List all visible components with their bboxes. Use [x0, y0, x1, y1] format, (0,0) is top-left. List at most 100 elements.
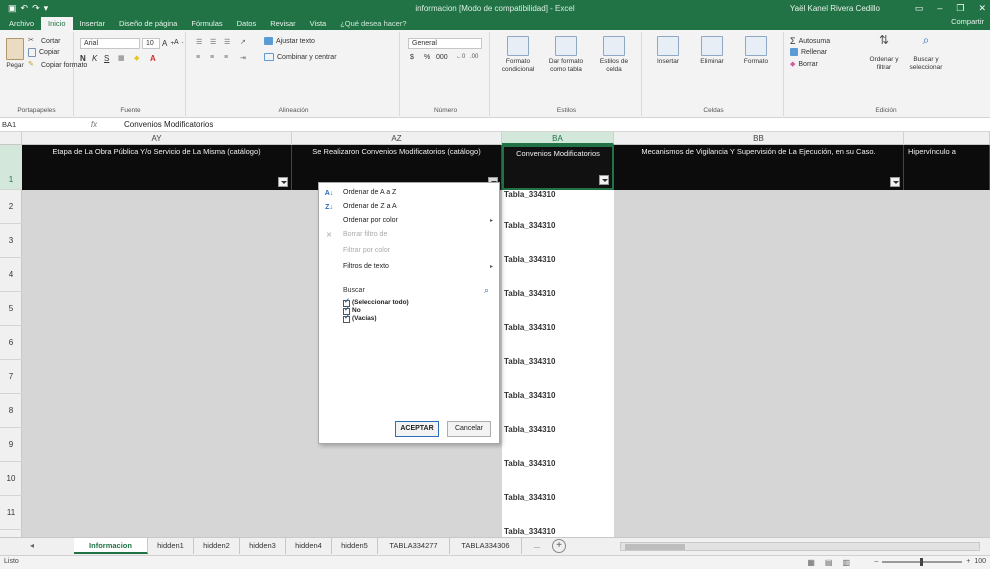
filter-dropdown-ay[interactable]	[278, 177, 288, 187]
tab-vista[interactable]: Vista	[303, 17, 334, 30]
clear-button[interactable]: ◆ Borrar	[790, 60, 818, 69]
row-header-3[interactable]: 3	[0, 224, 22, 258]
header-cell-ay[interactable]: Etapa de La Obra Pública Y/o Servicio de…	[22, 145, 292, 190]
row-header-1[interactable]: 1	[0, 145, 22, 190]
percent-button[interactable]: %	[424, 54, 430, 61]
insert-cells-button[interactable]: Insertar	[646, 36, 690, 66]
sort-z-a-item[interactable]: Z↓ Ordenar de Z a A	[319, 201, 499, 213]
header-cell-bb[interactable]: Mecanismos de Vigilancia Y Supervisión d…	[614, 145, 904, 190]
restore-icon[interactable]: ❐	[956, 3, 964, 14]
align-bottom-icon[interactable]: ☰	[224, 38, 230, 46]
tab-inicio[interactable]: Inicio	[41, 17, 73, 30]
share-button[interactable]: Compartir	[951, 17, 984, 26]
sheet-tab-hidden5[interactable]: hidden5	[332, 538, 378, 554]
format-cells-button[interactable]: Formato	[734, 36, 778, 66]
header-cell-next[interactable]: Hipervínculo a	[904, 145, 990, 190]
sheet-tab-tabla334277[interactable]: TABLA334277	[378, 538, 450, 554]
zoom-in-icon[interactable]: +	[966, 558, 970, 565]
redo-icon[interactable]: ↷	[32, 3, 40, 14]
search-box[interactable]: Buscar	[343, 287, 365, 294]
cell-ba7[interactable]: Tabla_334310	[502, 357, 614, 366]
decrease-decimal-icon[interactable]: .00	[470, 54, 478, 60]
sheet-nav-left-icon[interactable]: ◂	[30, 541, 34, 550]
font-name-field[interactable]: Arial	[80, 38, 140, 49]
select-all-checkbox[interactable]: (Seleccionar todo)	[343, 298, 493, 307]
cell-ba2[interactable]: Tabla_334310	[502, 190, 614, 199]
row-header-5[interactable]: 5	[0, 292, 22, 326]
orientation-icon[interactable]: ↗	[240, 38, 246, 46]
add-sheet-icon[interactable]: +	[552, 539, 566, 553]
copy-button[interactable]: Copiar	[28, 48, 60, 57]
header-cell-ba[interactable]: Convenios Modificatorios	[502, 145, 614, 190]
sheet-tab-hidden4[interactable]: hidden4	[286, 538, 332, 554]
select-all-corner[interactable]	[0, 132, 22, 145]
col-header-az[interactable]: AZ	[292, 132, 502, 145]
undo-icon[interactable]: ↶	[21, 3, 29, 14]
delete-cells-button[interactable]: Eliminar	[690, 36, 734, 66]
zoom-slider[interactable]	[882, 557, 963, 566]
tab-insertar[interactable]: Insertar	[73, 17, 112, 30]
sheet-tab-informacion[interactable]: Informacion	[74, 538, 148, 554]
fx-icon[interactable]: fx	[68, 120, 120, 129]
sheet-tab-tabla334306[interactable]: TABLA334306	[450, 538, 522, 554]
align-right-icon[interactable]: ≡	[224, 54, 228, 61]
sort-filter-button[interactable]: ⇅ Ordenar y filtrar	[862, 34, 906, 72]
autosum-button[interactable]: Σ Autosuma	[790, 36, 830, 46]
fill-button[interactable]: Rellenar	[790, 48, 827, 56]
scrollbar-thumb[interactable]	[625, 544, 685, 550]
filter-dropdown-bb[interactable]	[890, 177, 900, 187]
more-sheets-button[interactable]: ...	[526, 538, 548, 554]
cell-ba12[interactable]: Tabla_334310	[502, 527, 614, 536]
row-header-4[interactable]: 4	[0, 258, 22, 292]
number-format-field[interactable]: General	[408, 38, 482, 49]
normal-view-icon[interactable]: ▦	[807, 558, 815, 567]
sheet-tab-hidden1[interactable]: hidden1	[148, 538, 194, 554]
formula-input[interactable]: Convenios Modificatorios	[120, 120, 213, 129]
cell-ba3[interactable]: Tabla_334310	[502, 221, 614, 230]
paste-button[interactable]: Pegar	[2, 38, 28, 70]
fill-color-icon[interactable]: ◆	[134, 54, 139, 62]
user-name[interactable]: Yaël Kanel Rivera Cedillo	[790, 4, 880, 13]
value-no-checkbox[interactable]: No	[343, 306, 493, 315]
col-header-next[interactable]	[904, 132, 990, 145]
ribbon-options-icon[interactable]: ▭	[915, 3, 924, 14]
zoom-out-icon[interactable]: –	[874, 558, 878, 565]
cell-ba10[interactable]: Tabla_334310	[502, 459, 614, 468]
cell-ba4[interactable]: Tabla_334310	[502, 255, 614, 264]
sheet-tab-hidden3[interactable]: hidden3	[240, 538, 286, 554]
row-header-10[interactable]: 10	[0, 462, 22, 496]
tab-archivo[interactable]: Archivo	[2, 17, 41, 30]
font-color-icon[interactable]: A	[150, 54, 156, 63]
save-icon[interactable]: ▣	[8, 3, 17, 14]
sheet-tab-hidden2[interactable]: hidden2	[194, 538, 240, 554]
cell-ba6[interactable]: Tabla_334310	[502, 323, 614, 332]
indent-icon[interactable]: ⇥	[240, 54, 246, 62]
align-top-icon[interactable]: ☰	[196, 38, 202, 46]
tab-diseno-pagina[interactable]: Diseño de página	[112, 17, 184, 30]
minimize-icon[interactable]: –	[937, 3, 942, 14]
row-header-2[interactable]: 2	[0, 190, 22, 224]
row-header-7[interactable]: 7	[0, 360, 22, 394]
merge-center-button[interactable]: Combinar y centrar	[264, 53, 337, 61]
cell-ba5[interactable]: Tabla_334310	[502, 289, 614, 298]
underline-button[interactable]: S	[104, 54, 109, 63]
col-header-ba[interactable]: BA	[502, 132, 614, 145]
font-grow-icon[interactable]: A +	[162, 39, 174, 48]
row-header-8[interactable]: 8	[0, 394, 22, 428]
cut-button[interactable]: ✂ Cortar	[28, 36, 60, 46]
sort-a-z-item[interactable]: A↓ Ordenar de A a Z	[319, 187, 499, 199]
cell-styles-button[interactable]: Estilos de celda	[592, 36, 636, 74]
row-header-6[interactable]: 6	[0, 326, 22, 360]
cell-ba9[interactable]: Tabla_334310	[502, 425, 614, 434]
format-as-table-button[interactable]: Dar formato como tabla	[544, 36, 588, 74]
currency-button[interactable]: $	[410, 54, 414, 61]
text-filters-item[interactable]: Filtros de texto ▸	[319, 261, 499, 273]
borders-icon[interactable]: ▦	[118, 54, 125, 62]
horizontal-scrollbar[interactable]	[620, 542, 980, 551]
page-break-icon[interactable]: ▥	[842, 558, 850, 567]
customize-icon[interactable]: ▾	[44, 3, 49, 14]
tab-revisar[interactable]: Revisar	[263, 17, 302, 30]
align-left-icon[interactable]: ≡	[196, 54, 200, 61]
wrap-text-button[interactable]: Ajustar texto	[264, 37, 315, 45]
thousands-button[interactable]: 000	[436, 54, 448, 61]
